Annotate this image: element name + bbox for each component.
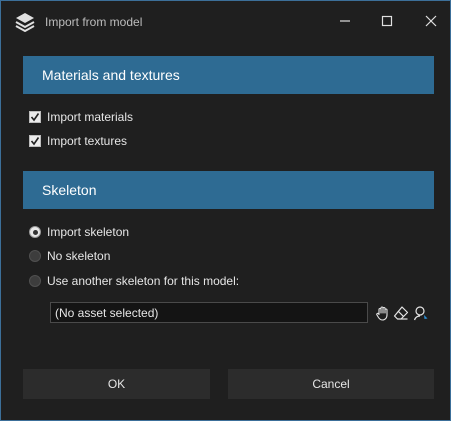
materials-section-header: Materials and textures xyxy=(23,56,434,94)
close-button[interactable] xyxy=(419,9,443,35)
import-materials-label: Import materials xyxy=(47,110,134,124)
maximize-icon xyxy=(381,15,393,30)
minimize-button[interactable] xyxy=(333,9,357,35)
skeleton-asset-field[interactable] xyxy=(50,302,368,323)
radio-selected-icon[interactable] xyxy=(29,226,41,238)
import-skeleton-label: Import skeleton xyxy=(47,225,130,239)
use-another-skeleton-label: Use another skeleton for this model: xyxy=(47,274,240,288)
maximize-button[interactable] xyxy=(375,9,399,35)
checkbox-checked-icon[interactable] xyxy=(29,111,41,123)
import-textures-checkbox[interactable]: Import textures xyxy=(29,133,127,149)
title-bar[interactable]: Import from model xyxy=(1,1,450,43)
skeleton-section-header: Skeleton xyxy=(23,171,434,209)
window-title: Import from model xyxy=(45,15,143,29)
radio-no-skeleton[interactable]: No skeleton xyxy=(29,248,110,264)
minimize-icon xyxy=(339,15,351,30)
hand-icon[interactable] xyxy=(375,305,391,321)
app-logo-icon xyxy=(15,12,35,33)
radio-import-skeleton[interactable]: Import skeleton xyxy=(29,224,129,240)
radio-use-another-skeleton[interactable]: Use another skeleton for this model: xyxy=(29,273,239,289)
checkbox-checked-icon[interactable] xyxy=(29,135,41,147)
import-textures-label: Import textures xyxy=(47,134,128,148)
select-asset-icon[interactable] xyxy=(413,305,429,321)
import-materials-checkbox[interactable]: Import materials xyxy=(29,109,133,125)
import-dialog: Import from model Materials and textures… xyxy=(0,0,451,421)
eraser-icon[interactable] xyxy=(393,305,409,321)
radio-unselected-icon[interactable] xyxy=(29,250,41,262)
ok-button[interactable]: OK xyxy=(23,369,210,399)
close-icon xyxy=(425,15,437,30)
no-skeleton-label: No skeleton xyxy=(47,249,111,263)
cancel-button[interactable]: Cancel xyxy=(228,369,434,399)
radio-unselected-icon[interactable] xyxy=(29,275,41,287)
